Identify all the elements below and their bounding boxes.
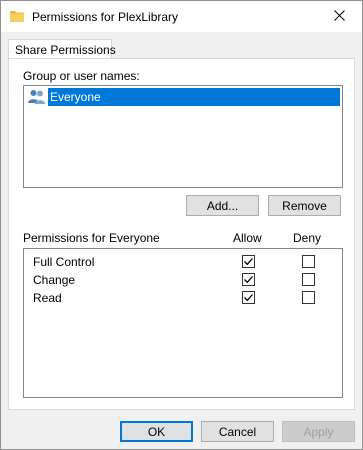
tab-label: Share Permissions xyxy=(15,43,116,57)
permission-row-change: Change xyxy=(24,271,342,289)
cancel-button-label: Cancel xyxy=(218,424,257,439)
permissions-header: Permissions for Everyone xyxy=(23,231,160,245)
list-item-label: Everyone xyxy=(48,88,340,106)
allow-column-header: Allow xyxy=(233,231,262,245)
ok-button-label: OK xyxy=(147,424,166,439)
deny-column-header: Deny xyxy=(293,231,322,245)
permission-row-full-control: Full Control xyxy=(24,253,342,271)
apply-button[interactable]: Apply xyxy=(282,421,355,442)
allow-checkbox-full-control[interactable] xyxy=(242,255,255,268)
ok-button[interactable]: OK xyxy=(120,421,193,442)
remove-button-label: Remove xyxy=(282,198,327,213)
checkmark-icon xyxy=(244,294,253,302)
list-item[interactable]: Everyone xyxy=(26,88,340,106)
window-title: Permissions for PlexLibrary xyxy=(32,10,179,24)
group-names-label: Group or user names: xyxy=(23,69,140,83)
permission-name: Read xyxy=(33,291,62,305)
permission-row-read: Read xyxy=(24,289,342,307)
deny-checkbox-change[interactable] xyxy=(302,273,315,286)
deny-checkbox-read[interactable] xyxy=(302,291,315,304)
remove-button[interactable]: Remove xyxy=(268,195,341,216)
close-button[interactable] xyxy=(316,1,362,32)
allow-checkbox-read[interactable] xyxy=(242,291,255,304)
share-permissions-panel: Group or user names: Everyone Add... Rem… xyxy=(8,58,355,410)
apply-button-label: Apply xyxy=(303,424,334,439)
permissions-dialog: Permissions for PlexLibrary Share Permis… xyxy=(0,0,363,450)
users-icon xyxy=(28,89,46,105)
checkmark-icon xyxy=(244,276,253,284)
checkmark-icon xyxy=(244,258,253,266)
title-bar: Permissions for PlexLibrary xyxy=(1,1,362,32)
add-button-label: Add... xyxy=(206,198,239,213)
folder-icon xyxy=(10,10,24,22)
cancel-button[interactable]: Cancel xyxy=(201,421,274,442)
tab-share-permissions[interactable]: Share Permissions xyxy=(8,39,116,60)
allow-checkbox-change[interactable] xyxy=(242,273,255,286)
permissions-list: Full Control Change Read xyxy=(23,248,343,398)
deny-checkbox-full-control[interactable] xyxy=(302,255,315,268)
permission-name: Change xyxy=(33,273,76,287)
permission-name: Full Control xyxy=(33,255,95,269)
add-button[interactable]: Add... xyxy=(186,195,259,216)
close-icon xyxy=(333,9,345,24)
tab-strip: Share Permissions xyxy=(1,32,362,60)
group-user-list[interactable]: Everyone xyxy=(23,85,343,188)
